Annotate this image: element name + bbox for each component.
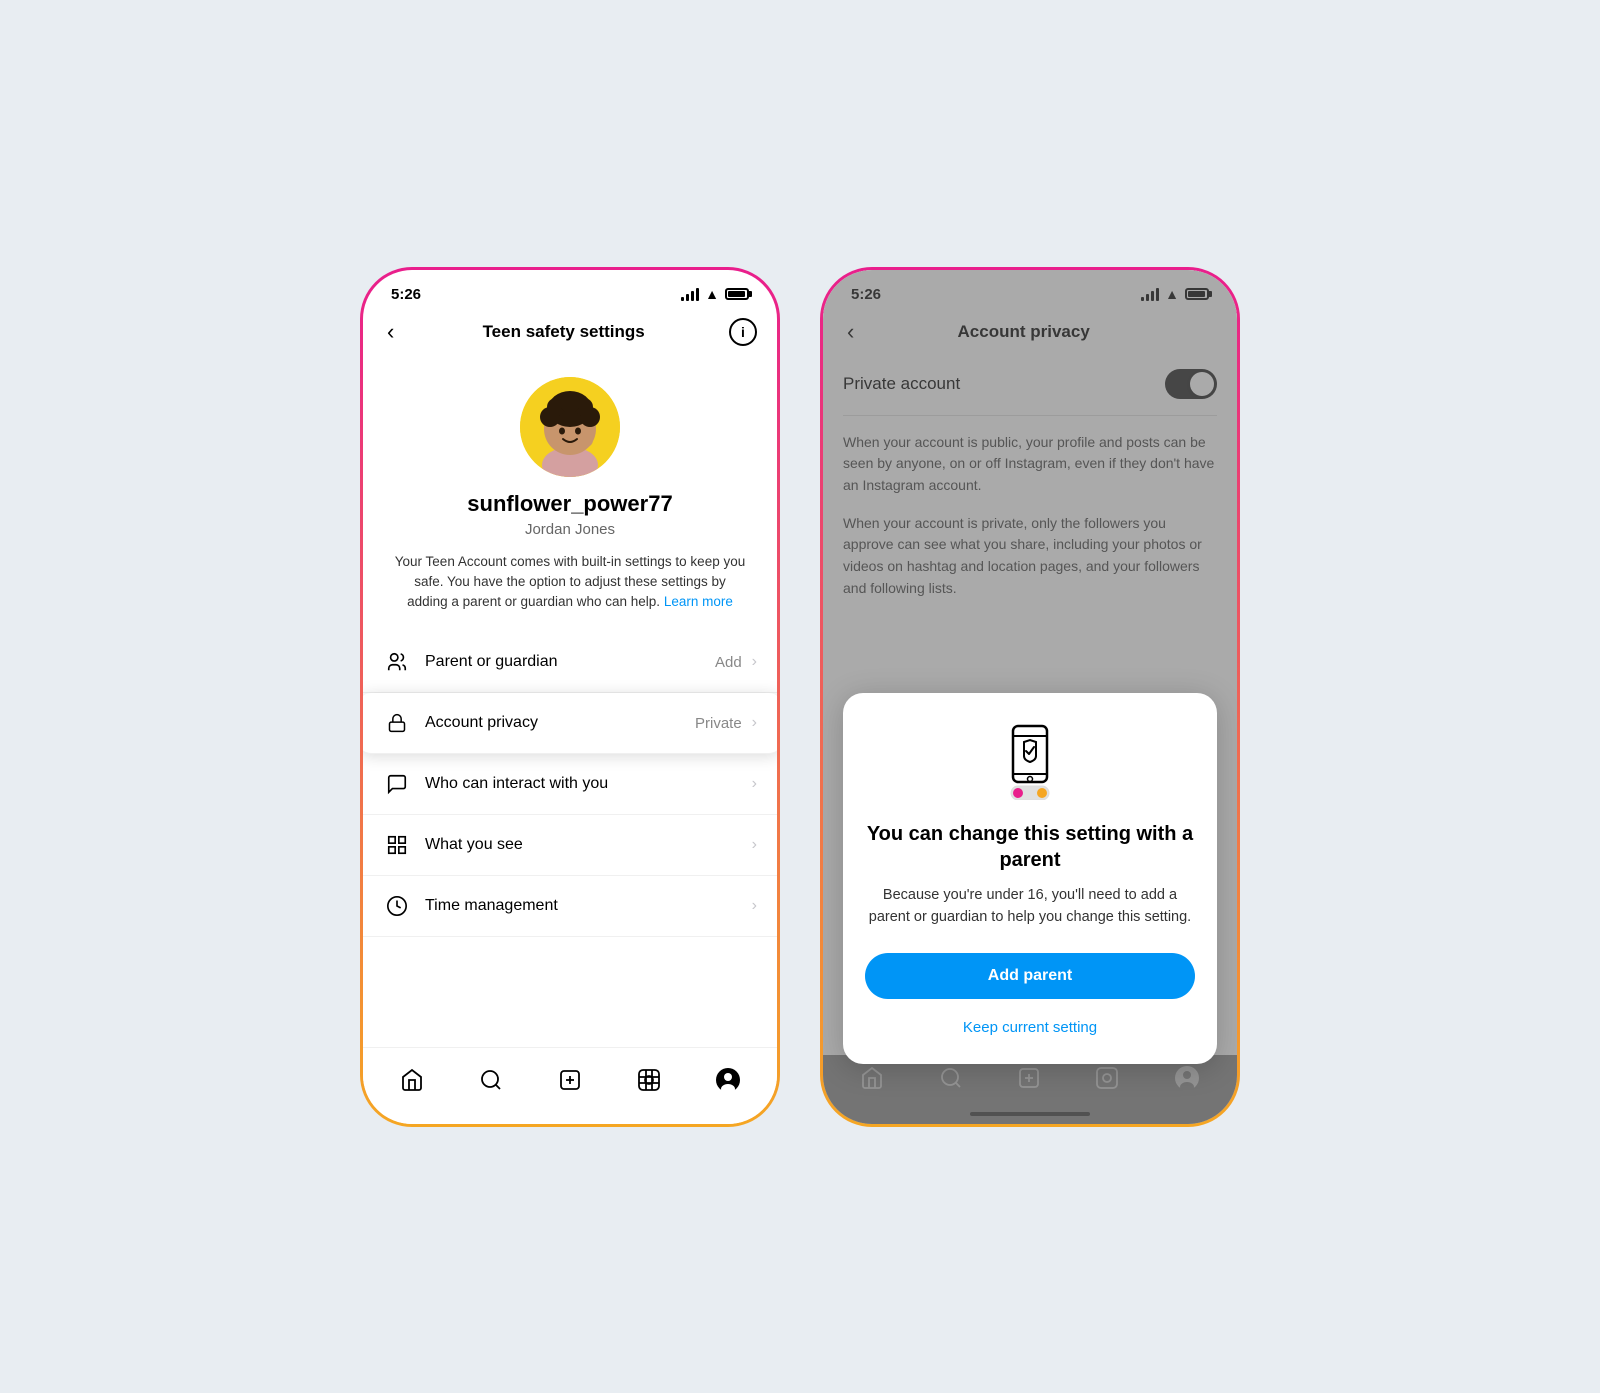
interact-item-content: Who can interact with you › (425, 775, 757, 793)
profile-nav-item[interactable] (708, 1060, 748, 1100)
overlay-icon (990, 721, 1070, 801)
home-indicator (970, 1112, 1090, 1116)
privacy-value: Private (695, 715, 742, 732)
real-name: Jordan Jones (525, 521, 615, 538)
info-button[interactable]: i (729, 318, 757, 346)
battery-icon (725, 288, 749, 300)
settings-item-parent[interactable]: Parent or guardian Add › (363, 632, 777, 693)
profile-description: Your Teen Account comes with built-in se… (393, 552, 747, 613)
time-item-content: Time management › (425, 897, 757, 915)
settings-item-see[interactable]: What you see › (363, 815, 777, 876)
left-time: 5:26 (391, 286, 421, 303)
create-nav-item[interactable] (550, 1060, 590, 1100)
keep-setting-button[interactable]: Keep current setting (865, 1015, 1195, 1040)
time-chevron: › (752, 897, 757, 915)
add-parent-button[interactable]: Add parent (865, 953, 1195, 999)
page-title: Teen safety settings (483, 322, 645, 342)
see-label: What you see (425, 836, 523, 854)
left-nav-bar: ‹ Teen safety settings i (363, 311, 777, 361)
lock-icon (383, 709, 411, 737)
home-nav-item[interactable] (392, 1060, 432, 1100)
people-icon (383, 648, 411, 676)
parent-value: Add (715, 654, 742, 671)
see-item-content: What you see › (425, 836, 757, 854)
phones-container: 5:26 ▲ ‹ Teen safety settings i (360, 267, 1240, 1127)
settings-item-time[interactable]: Time management › (363, 876, 777, 937)
overlay-title: You can change this setting with a paren… (865, 821, 1195, 873)
avatar (520, 377, 620, 477)
reels-nav-item[interactable] (629, 1060, 669, 1100)
profile-section: sunflower_power77 Jordan Jones Your Teen… (363, 361, 777, 633)
parent-chevron: › (752, 653, 757, 671)
username: sunflower_power77 (467, 491, 672, 517)
privacy-chevron: › (752, 714, 757, 732)
settings-item-account-privacy[interactable]: Account privacy Private › (360, 693, 780, 754)
see-chevron: › (752, 836, 757, 854)
left-status-icons: ▲ (681, 286, 749, 302)
learn-more-link[interactable]: Learn more (664, 594, 733, 609)
settings-item-interact[interactable]: Who can interact with you › (363, 754, 777, 815)
grid-icon (383, 831, 411, 859)
search-nav-item[interactable] (471, 1060, 511, 1100)
interact-label: Who can interact with you (425, 775, 608, 793)
left-status-bar: 5:26 ▲ (363, 270, 777, 311)
clock-icon (383, 892, 411, 920)
left-phone: 5:26 ▲ ‹ Teen safety settings i (360, 267, 780, 1127)
overlay-description: Because you're under 16, you'll need to … (865, 885, 1195, 929)
back-button[interactable]: ‹ (383, 315, 398, 349)
message-icon (383, 770, 411, 798)
privacy-label: Account privacy (425, 714, 538, 732)
time-label: Time management (425, 897, 558, 915)
wifi-icon: ▲ (705, 286, 719, 302)
overlay-card: You can change this setting with a paren… (843, 693, 1217, 1064)
bottom-nav (363, 1047, 777, 1124)
privacy-item-content: Account privacy Private › (425, 714, 757, 732)
settings-list: Parent or guardian Add › Account priva (363, 632, 777, 937)
parent-item-content: Parent or guardian Add › (425, 653, 757, 671)
right-phone: 5:26 ▲ ‹ Account privacy (820, 267, 1240, 1127)
parent-label: Parent or guardian (425, 653, 558, 671)
signal-icon (681, 287, 699, 301)
interact-chevron: › (752, 775, 757, 793)
